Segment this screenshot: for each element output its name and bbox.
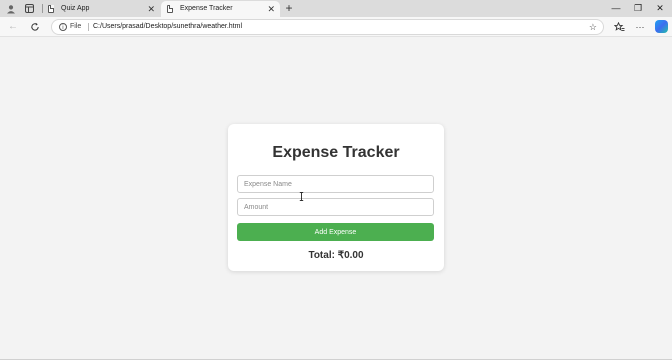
- add-expense-button[interactable]: Add Expense: [237, 223, 434, 241]
- favorites-icon[interactable]: [612, 20, 626, 34]
- address-bar[interactable]: i File C:/Users/prasad/Desktop/sunethra/…: [51, 19, 604, 35]
- maximize-icon[interactable]: ❐: [627, 0, 649, 17]
- tab-strip: Quiz App ✕ Expense Tracker ✕ + — ❐ ✕: [0, 0, 672, 17]
- window-close-icon[interactable]: ✕: [649, 0, 671, 17]
- more-icon[interactable]: ···: [633, 20, 647, 34]
- page-title: Expense Tracker: [272, 144, 400, 161]
- address-separator: [88, 23, 89, 31]
- tab-label: Quiz App: [61, 5, 90, 12]
- info-icon[interactable]: i: [59, 23, 67, 31]
- new-tab-button[interactable]: +: [283, 0, 295, 17]
- url-text[interactable]: C:/Users/prasad/Desktop/sunethra/weather…: [93, 20, 242, 34]
- scheme-label: File: [70, 23, 82, 30]
- browser-toolbar: ← i File C:/Users/prasad/Desktop/sunethr…: [0, 17, 672, 37]
- amount-input[interactable]: [237, 198, 434, 216]
- close-tab-icon[interactable]: ✕: [267, 1, 275, 17]
- page-icon: [48, 5, 54, 13]
- minimize-icon[interactable]: —: [605, 0, 627, 17]
- tab-label: Expense Tracker: [180, 5, 233, 12]
- close-tab-icon[interactable]: ✕: [147, 1, 155, 17]
- expense-name-input[interactable]: [237, 175, 434, 193]
- tab-quiz-app[interactable]: Quiz App ✕: [42, 1, 160, 17]
- total-amount: Total: ₹0.00: [308, 250, 364, 261]
- workspaces-icon[interactable]: [22, 2, 36, 15]
- profile-icon[interactable]: [4, 2, 18, 15]
- tab-expense-tracker[interactable]: Expense Tracker ✕: [161, 1, 280, 17]
- back-icon[interactable]: ←: [6, 20, 20, 34]
- refresh-icon[interactable]: [28, 20, 42, 34]
- expense-tracker-card: Expense Tracker Add Expense Total: ₹0.00: [228, 124, 444, 271]
- page-viewport: Expense Tracker Add Expense Total: ₹0.00: [0, 38, 672, 360]
- text-cursor-icon: [299, 188, 304, 201]
- favorite-star-icon[interactable]: ☆: [589, 20, 597, 34]
- copilot-icon[interactable]: [655, 20, 668, 33]
- page-icon: [167, 5, 173, 13]
